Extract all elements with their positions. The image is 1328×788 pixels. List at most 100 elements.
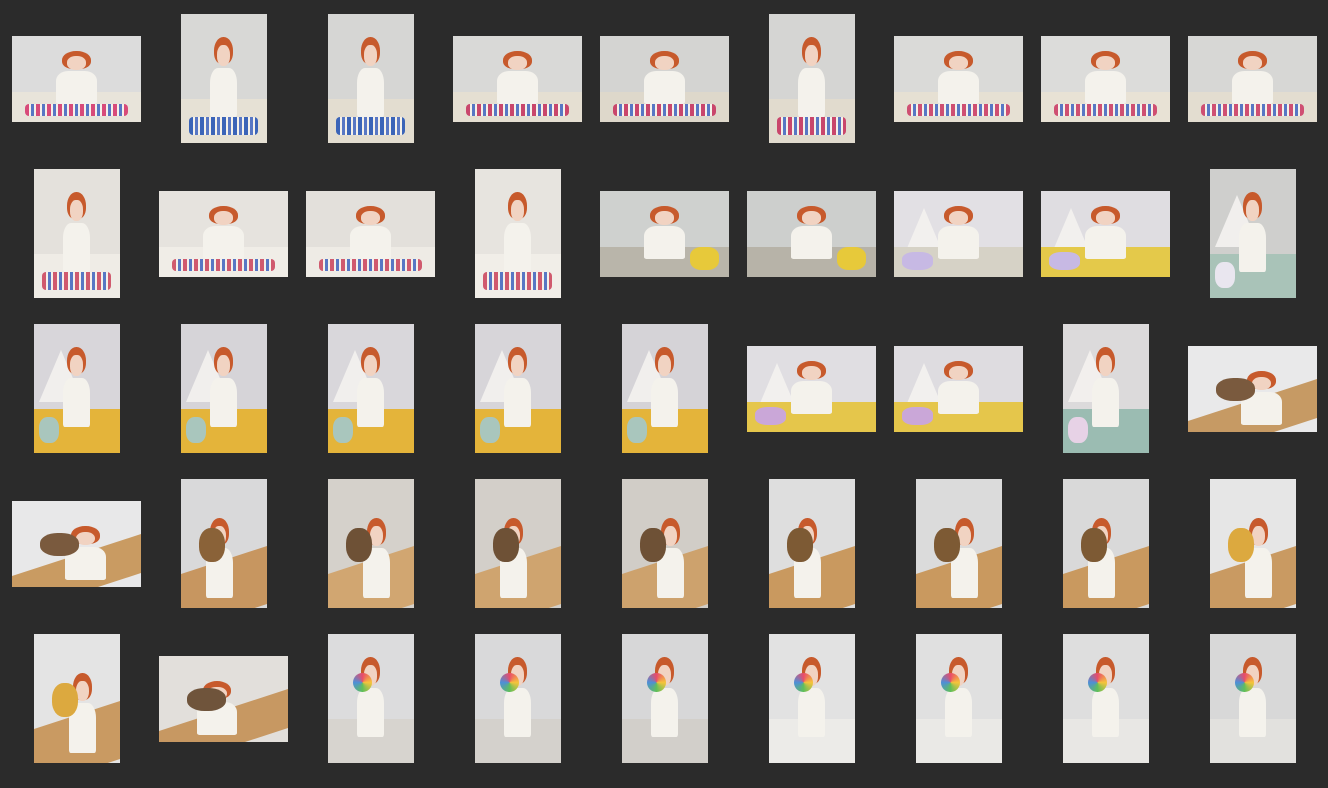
photo-thumbnail[interactable] — [894, 345, 1023, 432]
thumbnail-cell[interactable] — [600, 169, 729, 298]
photo-thumbnail[interactable] — [180, 14, 267, 143]
photo-thumbnail[interactable] — [600, 35, 729, 122]
thumbnail-cell[interactable] — [894, 169, 1023, 298]
thumbnail-cell[interactable] — [159, 634, 288, 763]
thumbnail-cell[interactable] — [894, 634, 1023, 763]
thumbnail-cell[interactable] — [1188, 324, 1317, 453]
photo-thumbnail[interactable] — [1062, 634, 1149, 763]
thumbnail-cell[interactable] — [894, 479, 1023, 608]
thumbnail-cell[interactable] — [306, 634, 435, 763]
photo-thumbnail[interactable] — [768, 634, 855, 763]
photo-thumbnail[interactable] — [894, 35, 1023, 122]
photo-thumbnail[interactable] — [306, 190, 435, 277]
thumbnail-cell[interactable] — [894, 324, 1023, 453]
thumbnail-cell[interactable] — [600, 634, 729, 763]
thumbnail-cell[interactable] — [747, 324, 876, 453]
thumbnail-cell[interactable] — [1041, 324, 1170, 453]
photo-thumbnail[interactable] — [600, 190, 729, 277]
thumbnail-cell[interactable] — [600, 14, 729, 143]
photo-thumbnail[interactable] — [327, 324, 414, 453]
photo-thumbnail[interactable] — [768, 14, 855, 143]
photo-thumbnail[interactable] — [747, 345, 876, 432]
thumbnail-cell[interactable] — [453, 634, 582, 763]
shirt-shape — [945, 687, 972, 738]
thumbnail-cell[interactable] — [1041, 479, 1170, 608]
photo-thumbnail[interactable] — [327, 634, 414, 763]
photo-thumbnail[interactable] — [327, 14, 414, 143]
photo-thumbnail[interactable] — [621, 324, 708, 453]
photo-thumbnail[interactable] — [1041, 190, 1170, 277]
photo-thumbnail[interactable] — [747, 190, 876, 277]
thumbnail-cell[interactable] — [747, 634, 876, 763]
shirt-shape — [1092, 377, 1119, 428]
thumbnail-cell[interactable] — [1188, 169, 1317, 298]
thumbnail-cell[interactable] — [306, 324, 435, 453]
photo-thumbnail[interactable] — [915, 479, 1002, 608]
nail-polish-icon — [42, 272, 111, 291]
thumbnail-cell[interactable] — [453, 479, 582, 608]
thumbnail-cell[interactable] — [12, 169, 141, 298]
photo-thumbnail[interactable] — [1188, 345, 1317, 432]
photo-thumbnail[interactable] — [1209, 169, 1296, 298]
thumbnail-cell[interactable] — [600, 479, 729, 608]
shirt-shape — [938, 381, 979, 415]
thumbnail-cell[interactable] — [453, 324, 582, 453]
thumbnail-cell[interactable] — [453, 169, 582, 298]
photo-thumbnail[interactable] — [915, 634, 1002, 763]
thumbnail-cell[interactable] — [159, 324, 288, 453]
thumbnail-cell[interactable] — [12, 324, 141, 453]
photo-thumbnail[interactable] — [1209, 479, 1296, 608]
photo-thumbnail[interactable] — [327, 479, 414, 608]
thumbnail-cell[interactable] — [1041, 634, 1170, 763]
photo-thumbnail[interactable] — [12, 35, 141, 122]
photo-thumbnail[interactable] — [621, 634, 708, 763]
model-figure — [650, 657, 679, 738]
photo-thumbnail[interactable] — [768, 479, 855, 608]
thumbnail-cell[interactable] — [747, 14, 876, 143]
thumbnail-cell[interactable] — [306, 14, 435, 143]
thumbnail-cell[interactable] — [1188, 479, 1317, 608]
thumbnail-cell[interactable] — [1041, 14, 1170, 143]
photo-thumbnail[interactable] — [474, 324, 561, 453]
lion-plush-icon — [934, 528, 961, 562]
thumbnail-cell[interactable] — [1188, 634, 1317, 763]
photo-thumbnail[interactable] — [894, 190, 1023, 277]
thumbnail-cell[interactable] — [453, 14, 582, 143]
thumbnail-cell[interactable] — [12, 14, 141, 143]
photo-thumbnail[interactable] — [1062, 324, 1149, 453]
thumbnail-cell[interactable] — [1041, 169, 1170, 298]
photo-thumbnail[interactable] — [180, 324, 267, 453]
thumbnail-cell[interactable] — [1188, 14, 1317, 143]
thumbnail-cell[interactable] — [159, 479, 288, 608]
photo-thumbnail[interactable] — [159, 190, 288, 277]
photo-thumbnail[interactable] — [453, 35, 582, 122]
thumbnail-cell[interactable] — [159, 169, 288, 298]
thumbnail-cell[interactable] — [600, 324, 729, 453]
photo-thumbnail[interactable] — [1188, 35, 1317, 122]
lion-plush-icon — [1081, 528, 1108, 562]
photo-thumbnail[interactable] — [180, 479, 267, 608]
thumbnail-cell[interactable] — [747, 169, 876, 298]
tent-icon — [38, 416, 60, 443]
photo-thumbnail[interactable] — [159, 655, 288, 742]
thumbnail-cell[interactable] — [159, 14, 288, 143]
thumbnail-cell[interactable] — [306, 169, 435, 298]
photo-thumbnail[interactable] — [474, 169, 561, 298]
photo-thumbnail[interactable] — [621, 479, 708, 608]
thumbnail-cell[interactable] — [894, 14, 1023, 143]
photo-thumbnail[interactable] — [474, 634, 561, 763]
thumbnail-cell[interactable] — [747, 479, 876, 608]
thumbnail-cell[interactable] — [12, 479, 141, 608]
model-figure — [1084, 205, 1128, 260]
model-figure — [202, 205, 246, 260]
photo-thumbnail[interactable] — [33, 324, 120, 453]
photo-thumbnail[interactable] — [1209, 634, 1296, 763]
photo-thumbnail[interactable] — [1062, 479, 1149, 608]
photo-thumbnail[interactable] — [474, 479, 561, 608]
thumbnail-cell[interactable] — [306, 479, 435, 608]
photo-thumbnail[interactable] — [12, 500, 141, 587]
photo-thumbnail[interactable] — [33, 169, 120, 298]
photo-thumbnail[interactable] — [33, 634, 120, 763]
thumbnail-cell[interactable] — [12, 634, 141, 763]
photo-thumbnail[interactable] — [1041, 35, 1170, 122]
